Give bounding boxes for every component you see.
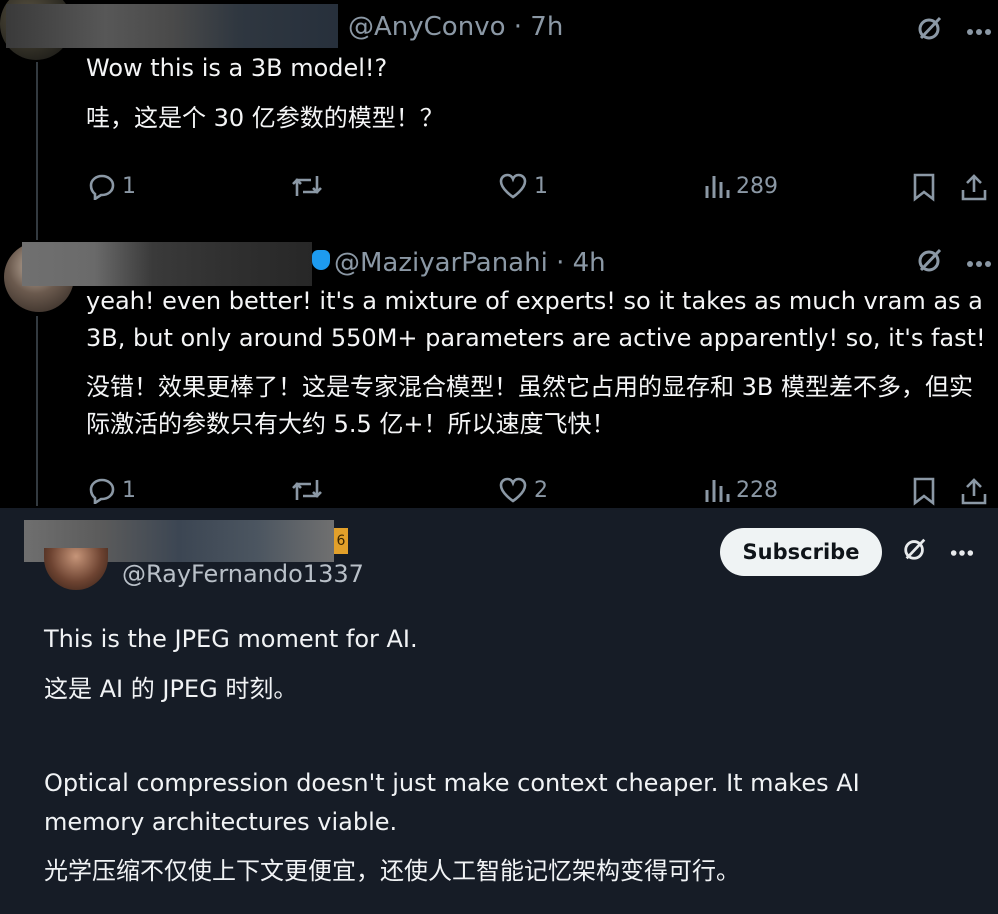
post-handle[interactable]: @AnyConvo · 7h [348, 12, 563, 42]
post-top-actions [902, 536, 974, 566]
like-button[interactable]: 2 [498, 476, 548, 504]
more-icon[interactable] [966, 253, 992, 272]
like-icon [498, 476, 528, 504]
share-icon [960, 172, 988, 202]
grok-icon[interactable] [916, 14, 944, 46]
views-button[interactable]: 289 [704, 172, 778, 200]
post-action-bar: 1 1 289 [0, 168, 998, 208]
post-handle[interactable]: @MaziyarPanahi · 4h [334, 248, 606, 278]
share-button[interactable] [960, 172, 988, 202]
post-text-en: Wow this is a 3B model!? [86, 54, 388, 82]
views-icon [704, 172, 730, 200]
blurred-display-name [6, 4, 338, 48]
bookmark-button[interactable] [912, 172, 936, 202]
reply-icon [88, 476, 116, 504]
like-button[interactable]: 1 [498, 172, 548, 200]
retweet-icon [290, 476, 324, 504]
verified-badge-icon [312, 250, 330, 270]
blurred-display-name [22, 242, 312, 286]
bookmark-button[interactable] [912, 476, 936, 506]
like-icon [498, 172, 528, 200]
more-icon[interactable] [950, 542, 974, 561]
post-text-zh: 没错！效果更棒了！这是专家混合模型！虽然它占用的显存和 3B 模型差不多，但实际… [86, 373, 973, 438]
retweet-button[interactable] [290, 476, 324, 504]
retweet-icon [290, 172, 324, 200]
grok-icon[interactable] [916, 246, 944, 278]
reply-text-en: Optical compression doesn't just make co… [44, 769, 860, 836]
share-icon [960, 476, 988, 506]
view-count: 289 [736, 173, 778, 199]
reply-icon [88, 172, 116, 200]
post-top-actions [916, 246, 992, 278]
bookmark-icon [912, 172, 936, 202]
views-icon [704, 476, 730, 504]
post-text-zh: 哇，这是个 30 亿参数的模型！？ [86, 104, 444, 132]
thread-line [36, 62, 38, 240]
reply-text-zh: 这是 AI 的 JPEG 时刻。 [44, 675, 298, 703]
reply-count: 1 [122, 477, 136, 503]
reply-count: 1 [122, 173, 136, 199]
post-handle[interactable]: @RayFernando1337 [122, 560, 364, 588]
post-action-bar: 1 2 228 [0, 472, 998, 512]
post-top-actions [916, 14, 992, 46]
reply-button[interactable]: 1 [88, 172, 136, 200]
post-text-en: yeah! even better! it's a mixture of exp… [86, 287, 986, 352]
reply-text-zh: 光学压缩不仅使上下文更便宜，还使人工智能记忆架构变得可行。 [44, 857, 740, 885]
view-count: 228 [736, 477, 778, 503]
like-count: 1 [534, 173, 548, 199]
share-button[interactable] [960, 476, 988, 506]
subscriber-badge: 6 [334, 528, 348, 554]
more-icon[interactable] [966, 21, 992, 40]
retweet-button[interactable] [290, 172, 324, 200]
reply-button[interactable]: 1 [88, 476, 136, 504]
grok-icon[interactable] [902, 536, 928, 566]
reply-text-en: This is the JPEG moment for AI. [44, 625, 418, 653]
like-count: 2 [534, 477, 548, 503]
bookmark-icon [912, 476, 936, 506]
views-button[interactable]: 228 [704, 476, 778, 504]
subscribe-button[interactable]: Subscribe [720, 528, 882, 576]
